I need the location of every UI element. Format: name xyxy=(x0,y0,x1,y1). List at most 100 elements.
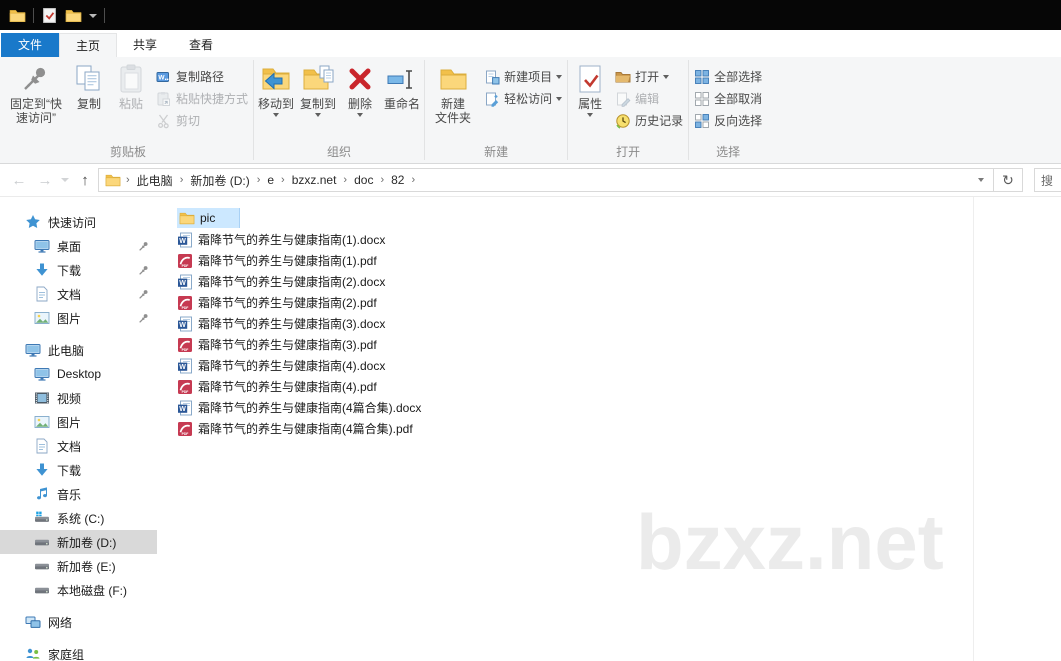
organize-group-label: 组织 xyxy=(327,145,352,159)
scissors-icon xyxy=(156,113,172,129)
network-icon xyxy=(25,614,41,630)
sidebar-item-drive-f[interactable]: 本地磁盘 (F:) xyxy=(0,578,157,602)
file-row[interactable]: 霜降节气的养生与健康指南(3).docx xyxy=(177,313,1061,334)
copy-to-button[interactable]: 复制到 xyxy=(297,59,339,117)
pin-to-quick-access-button[interactable]: 固定到“快 速访问” xyxy=(4,59,68,125)
easy-access-button[interactable]: 轻松访问 xyxy=(480,90,566,107)
new-folder-button[interactable]: 新建 文件夹 xyxy=(426,59,480,125)
sidebar-item-music[interactable]: 音乐 xyxy=(0,482,157,506)
file-row[interactable]: 霜降节气的养生与健康指南(4篇合集).pdf xyxy=(177,418,1061,439)
word-doc-icon xyxy=(177,232,193,248)
sidebar-item-pictures[interactable]: 图片 xyxy=(0,410,157,434)
sidebar-item-this-pc[interactable]: 此电脑 xyxy=(0,338,157,362)
clipboard-group-label: 剪贴板 xyxy=(110,145,147,159)
address-dropdown-chevron-icon[interactable] xyxy=(969,169,993,191)
qat-customize-chevron-icon[interactable] xyxy=(89,14,97,18)
sidebar-item-downloads-qa[interactable]: 下载 xyxy=(0,258,157,282)
invert-selection-button[interactable]: 反向选择 xyxy=(690,112,766,129)
file-row[interactable]: 霜降节气的养生与健康指南(4).pdf xyxy=(177,376,1061,397)
drive-icon xyxy=(34,558,50,574)
file-row-pic[interactable]: pic xyxy=(177,207,1061,229)
ribbon-group-new: 新建 文件夹 新建项目 轻松访问 新建 xyxy=(426,57,566,163)
breadcrumb: 此电脑 新加卷 (D:) e bzxz.net doc 82 xyxy=(126,169,969,191)
properties-button[interactable]: 属性 xyxy=(569,59,611,117)
paste-shortcut-button: 粘贴快捷方式 xyxy=(152,90,252,107)
location-folder-icon xyxy=(105,172,121,188)
search-input[interactable]: 搜 xyxy=(1034,168,1061,192)
breadcrumb-drive-d[interactable]: 新加卷 (D:) xyxy=(183,172,256,189)
rename-button[interactable]: 重命名 xyxy=(381,59,423,111)
file-row[interactable]: 霜降节气的养生与健康指南(4篇合集).docx xyxy=(177,397,1061,418)
copy-button[interactable]: 复制 xyxy=(68,59,110,111)
sidebar-item-network[interactable]: 网络 xyxy=(0,610,157,634)
select-group-label: 选择 xyxy=(716,145,741,159)
edit-icon xyxy=(615,91,631,107)
title-bar xyxy=(0,0,1061,30)
qat-new-folder-icon[interactable] xyxy=(65,7,82,24)
sidebar-item-drive-e[interactable]: 新加卷 (E:) xyxy=(0,554,157,578)
sidebar-item-downloads[interactable]: 下载 xyxy=(0,458,157,482)
sidebar-item-desktop-qa[interactable]: 桌面 xyxy=(0,234,157,258)
sidebar-item-homegroup[interactable]: 家庭组 xyxy=(0,642,157,661)
word-doc-icon xyxy=(177,358,193,374)
file-row[interactable]: 霜降节气的养生与健康指南(2).docx xyxy=(177,271,1061,292)
copy-path-button[interactable]: 复制路径 xyxy=(152,68,252,85)
pin-icon xyxy=(138,241,149,252)
address-box[interactable]: 此电脑 新加卷 (D:) e bzxz.net doc 82 ↻ xyxy=(98,168,1023,192)
history-button[interactable]: 历史记录 xyxy=(611,112,687,129)
ribbon-group-clipboard: 固定到“快 速访问” 复制 粘贴 复制路径 粘贴快捷方式 剪切 剪贴板 xyxy=(4,57,252,163)
sidebar-item-drive-c[interactable]: 系统 (C:) xyxy=(0,506,157,530)
select-none-button[interactable]: 全部取消 xyxy=(690,90,766,107)
select-all-button[interactable]: 全部选择 xyxy=(690,68,766,85)
file-list: pic 霜降节气的养生与健康指南(1).docx 霜降节气的养生与健康指南(1)… xyxy=(157,197,1061,661)
qat-properties-icon[interactable] xyxy=(41,7,58,24)
up-button[interactable]: ↑ xyxy=(72,172,98,189)
tab-file[interactable]: 文件 xyxy=(1,33,60,57)
open-button[interactable]: 打开 xyxy=(611,68,687,85)
back-button[interactable]: ← xyxy=(6,172,32,189)
sidebar-item-documents-qa[interactable]: 文档 xyxy=(0,282,157,306)
ribbon-group-select: 全部选择 全部取消 反向选择 选择 xyxy=(690,57,766,163)
move-to-button[interactable]: 移动到 xyxy=(255,59,297,117)
file-row[interactable]: 霜降节气的养生与健康指南(1).docx xyxy=(177,229,1061,250)
file-row[interactable]: 霜降节气的养生与健康指南(2).pdf xyxy=(177,292,1061,313)
homegroup-icon xyxy=(25,646,41,661)
properties-icon xyxy=(574,63,606,95)
tab-share[interactable]: 共享 xyxy=(117,33,173,57)
recent-locations-chevron-icon[interactable] xyxy=(61,178,69,182)
sidebar-item-quick-access[interactable]: 快速访问 xyxy=(0,210,157,234)
navigation-pane: 快速访问 桌面 下载 文档 图片 此电脑 Desktop 视频 图片 文档 下载… xyxy=(0,197,157,661)
videos-icon xyxy=(34,390,50,406)
breadcrumb-doc[interactable]: doc xyxy=(347,173,380,187)
chevron-down-icon xyxy=(357,113,364,117)
sidebar-item-drive-d[interactable]: 新加卷 (D:) xyxy=(0,530,157,554)
downloads-icon xyxy=(34,462,50,478)
sidebar-item-documents[interactable]: 文档 xyxy=(0,434,157,458)
sidebar-item-videos[interactable]: 视频 xyxy=(0,386,157,410)
breadcrumb-82[interactable]: 82 xyxy=(384,173,411,187)
invert-selection-grid-icon xyxy=(694,113,710,129)
sidebar-item-pictures-qa[interactable]: 图片 xyxy=(0,306,157,330)
tab-view[interactable]: 查看 xyxy=(173,33,229,57)
file-row[interactable]: 霜降节气的养生与健康指南(4).docx xyxy=(177,355,1061,376)
pdf-doc-icon xyxy=(177,253,193,269)
copy-icon xyxy=(73,63,105,95)
titlebar-separator xyxy=(104,7,105,23)
chevron-down-icon xyxy=(663,74,670,79)
file-row[interactable]: 霜降节气的养生与健康指南(1).pdf xyxy=(177,250,1061,271)
copy-to-icon xyxy=(302,63,334,95)
breadcrumb-e[interactable]: e xyxy=(260,173,281,187)
search-hint-text: 搜 xyxy=(1041,173,1054,188)
forward-button[interactable]: → xyxy=(32,172,58,189)
refresh-button[interactable]: ↻ xyxy=(994,169,1022,191)
file-row[interactable]: 霜降节气的养生与健康指南(3).pdf xyxy=(177,334,1061,355)
desktop-icon xyxy=(34,366,50,382)
chevron-down-icon xyxy=(315,113,322,117)
delete-button[interactable]: 删除 xyxy=(339,59,381,117)
breadcrumb-this-pc[interactable]: 此电脑 xyxy=(130,172,180,189)
tab-home[interactable]: 主页 xyxy=(59,33,118,57)
new-item-button[interactable]: 新建项目 xyxy=(480,68,566,85)
sidebar-item-desktop[interactable]: Desktop xyxy=(0,362,157,386)
select-all-grid-icon xyxy=(694,69,710,85)
breadcrumb-bzxz[interactable]: bzxz.net xyxy=(285,173,344,187)
